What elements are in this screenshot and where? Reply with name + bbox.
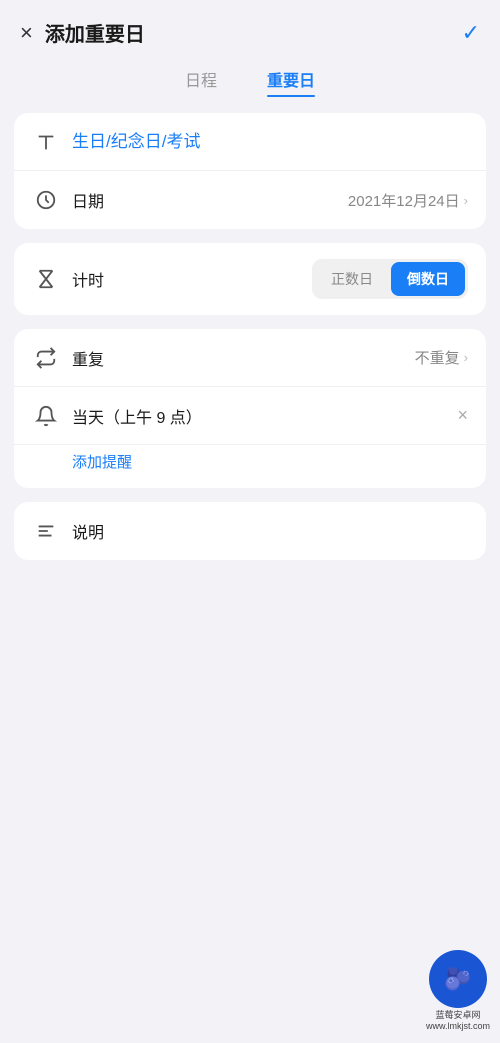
add-reminder-row: 添加提醒: [14, 445, 486, 488]
date-chevron: ›: [464, 193, 468, 208]
repeat-chevron: ›: [464, 350, 468, 365]
card-description: 说明: [14, 502, 486, 560]
timer-toggle-group: 正数日 倒数日: [312, 259, 468, 299]
bell-icon: [32, 405, 60, 427]
description-label: 说明: [72, 519, 468, 543]
description-row[interactable]: 说明: [14, 502, 486, 560]
title-input[interactable]: [72, 132, 468, 152]
reminder-row: 当天（上午 9 点） ×: [14, 387, 486, 445]
repeat-value: 不重复 ›: [415, 347, 468, 368]
watermark-badge: 🫐 蓝莓安卓网 www.lmkjst.com: [426, 950, 490, 1033]
text-icon: [32, 131, 60, 153]
reminder-close-button[interactable]: ×: [457, 405, 468, 426]
page-title: 添加重要日: [45, 18, 462, 47]
card-timer: 计时 正数日 倒数日: [14, 243, 486, 315]
repeat-icon: [32, 347, 60, 369]
count-up-button[interactable]: 正数日: [315, 262, 389, 296]
watermark-label: 蓝莓安卓网 www.lmkjst.com: [426, 1010, 490, 1033]
confirm-button[interactable]: ✓: [462, 20, 480, 46]
card-repeat-reminder: 重复 不重复 › 当天（上午 9 点） × 添加提醒: [14, 329, 486, 488]
reminder-time-label: 当天（上午 9 点）: [72, 404, 457, 428]
card-title-date: 日期 2021年12月24日 ›: [14, 113, 486, 229]
add-reminder-button[interactable]: 添加提醒: [72, 454, 132, 471]
repeat-label: 重复: [72, 346, 415, 370]
date-label: 日期: [72, 188, 348, 212]
clock-icon: [32, 189, 60, 211]
title-row: [14, 113, 486, 171]
header: × 添加重要日 ✓: [0, 0, 500, 57]
timer-label: 计时: [72, 267, 312, 291]
hourglass-icon: [32, 268, 60, 290]
close-button[interactable]: ×: [20, 22, 33, 44]
watermark-circle: 🫐: [429, 950, 487, 1008]
watermark-icon: 🫐: [444, 966, 471, 992]
date-value: 2021年12月24日 ›: [348, 190, 468, 211]
repeat-row[interactable]: 重复 不重复 ›: [14, 329, 486, 387]
tab-schedule[interactable]: 日程: [185, 67, 217, 95]
tabs-container: 日程 重要日: [0, 57, 500, 113]
timer-row: 计时 正数日 倒数日: [14, 243, 486, 315]
tab-important-day[interactable]: 重要日: [267, 67, 315, 95]
date-row[interactable]: 日期 2021年12月24日 ›: [14, 171, 486, 229]
count-down-button[interactable]: 倒数日: [391, 262, 465, 296]
description-icon: [32, 520, 60, 542]
